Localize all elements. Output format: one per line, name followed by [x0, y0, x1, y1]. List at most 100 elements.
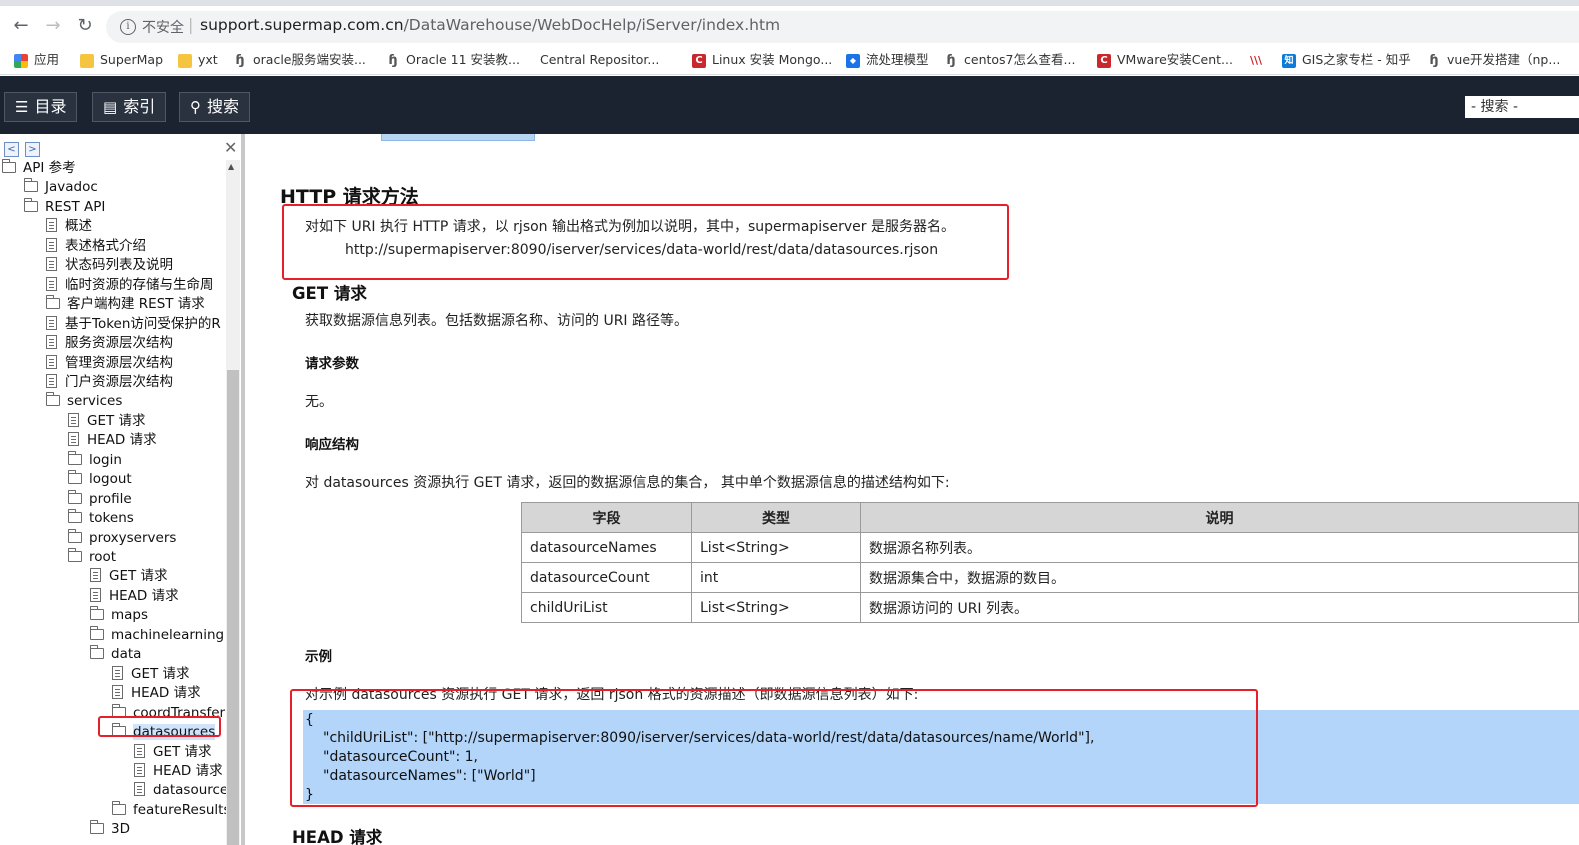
- tree-node[interactable]: Javadoc: [24, 178, 98, 197]
- tree-node-label: 门户资源层次结构: [65, 373, 173, 390]
- help-search-input[interactable]: [1465, 96, 1579, 118]
- tree-node[interactable]: tokens: [68, 509, 134, 528]
- document-icon: [134, 782, 145, 797]
- toc-sidebar: < > ✕ API 参考 Javadoc REST API 概述 表述格式介绍 状态码列表及…: [0, 134, 245, 845]
- bookmark-item[interactable]: ɧ centos7怎么查看...: [944, 50, 1075, 70]
- tree-node[interactable]: GET 请求: [112, 665, 190, 684]
- tree-scrollbar[interactable]: ▲: [226, 160, 240, 845]
- bookmark-label: oracle服务端安装...: [253, 52, 366, 67]
- tree-node[interactable]: HEAD 请求: [134, 762, 223, 781]
- bookmark-item[interactable]: ◆ 流处理模型: [846, 50, 929, 70]
- tree-tools: < >: [4, 140, 46, 157]
- bookmark-item[interactable]: C Linux 安装 Mongo...: [692, 50, 832, 70]
- tree-node[interactable]: GET 请求: [68, 412, 146, 431]
- tree-node-label: data: [111, 646, 142, 663]
- tree-node-label: 状态码列表及说明: [65, 257, 173, 274]
- cell-type: List<String>: [691, 592, 861, 623]
- tree-node-label: logout: [89, 471, 132, 488]
- tree-node[interactable]: HEAD 请求: [90, 587, 179, 606]
- cell-type: List<String>: [691, 532, 861, 563]
- bookmark-item[interactable]: ɧ Oracle 11 安装教...: [386, 50, 520, 70]
- folder-icon: [90, 820, 104, 835]
- tree-node[interactable]: login: [68, 450, 122, 470]
- bookmark-label: SuperMap: [100, 52, 164, 67]
- document-icon: [112, 685, 123, 700]
- scroll-up-icon[interactable]: ▲: [228, 162, 234, 171]
- stripes-icon: \\\: [1249, 53, 1263, 67]
- folder-icon: [68, 548, 82, 562]
- index-button[interactable]: ▤ 索引: [92, 92, 167, 122]
- tree-node[interactable]: 管理资源层次结构: [46, 354, 173, 373]
- jenkins-icon: ɧ: [388, 52, 398, 68]
- document-icon: [134, 743, 145, 758]
- tree-node[interactable]: featureResults: [112, 800, 231, 820]
- bookmarks-bar: 应用 SuperMap yxt ɧ oracle服务端安装... ɧ Oracle 11 安…: [0, 44, 1579, 75]
- zhihu-icon: 知: [1282, 53, 1296, 68]
- tree-node[interactable]: 临时资源的存储与生命周: [46, 276, 214, 295]
- response-desc: 对 datasources 资源执行 GET 请求，返回的数据源信息的集合， 其…: [305, 475, 950, 491]
- tree-node[interactable]: 客户端构建 REST 请求: [46, 295, 205, 314]
- bookmark-label: 应用: [34, 52, 60, 67]
- tree-node[interactable]: GET 请求: [134, 743, 212, 762]
- prev-topic-icon[interactable]: <: [4, 142, 19, 157]
- bookmark-item[interactable]: 知 GIS之家专栏 - 知乎: [1282, 50, 1411, 70]
- tree-node[interactable]: 表述格式介绍: [46, 237, 146, 256]
- reload-icon[interactable]: ↻: [74, 15, 96, 37]
- tree-node[interactable]: 状态码列表及说明: [46, 256, 173, 275]
- bookmark-item[interactable]: Central Repositor...: [540, 50, 659, 70]
- col-header-desc: 说明: [860, 502, 1579, 533]
- bookmark-item[interactable]: SuperMap: [80, 50, 163, 70]
- close-icon[interactable]: ✕: [224, 138, 237, 157]
- document-icon: [46, 218, 57, 233]
- tree-node[interactable]: REST API: [24, 197, 105, 217]
- info-icon[interactable]: i: [120, 19, 136, 35]
- tree-node[interactable]: API 参考: [2, 159, 76, 178]
- tree-node[interactable]: datasource: [134, 781, 228, 800]
- search-button[interactable]: ⚲ 搜索: [179, 92, 251, 122]
- bookmark-item[interactable]: ɧ vue开发搭建（np...: [1427, 50, 1560, 70]
- apps-grid-icon: [14, 53, 28, 68]
- tree-node[interactable]: 概述: [46, 217, 92, 236]
- toc-button[interactable]: ☰ 目录: [4, 92, 78, 122]
- back-arrow-icon[interactable]: ←: [10, 15, 32, 37]
- tree-node[interactable]: proxyservers: [68, 528, 176, 548]
- url-text[interactable]: support.supermap.com.cn/DataWarehouse/We…: [200, 16, 780, 34]
- folder-icon: [80, 53, 94, 68]
- selection-highlight-box: [98, 716, 221, 737]
- bookmark-item[interactable]: ɧ oracle服务端安装...: [233, 50, 366, 70]
- tree-node[interactable]: 门户资源层次结构: [46, 373, 173, 392]
- doc-content: HTTP 请求方法 对如下 URI 执行 HTTP 请求，以 rjson 输出格…: [249, 134, 1579, 845]
- address-bar[interactable]: i 不安全 | support.supermap.com.cn/DataWare…: [106, 11, 1579, 43]
- tree-node-label: HEAD 请求: [109, 587, 179, 604]
- tree-node[interactable]: machinelearning: [90, 625, 224, 645]
- tree-node-label: 概述: [65, 218, 92, 235]
- tree-node[interactable]: logout: [68, 470, 132, 489]
- tree-node-label: services: [67, 393, 123, 410]
- tree-node[interactable]: maps: [90, 606, 148, 625]
- folder-icon: [24, 197, 38, 212]
- tree-node-label: 临时资源的存储与生命周: [65, 276, 214, 293]
- tree-node[interactable]: data: [90, 645, 141, 664]
- scrollbar-thumb[interactable]: [227, 370, 239, 845]
- document-icon: [90, 587, 101, 602]
- response-table: 字段 类型 说明 datasourceNames List<String> 数据…: [521, 502, 1579, 623]
- tree-node[interactable]: HEAD 请求: [112, 684, 201, 703]
- tree-node[interactable]: root: [68, 548, 116, 567]
- tree-node[interactable]: 基于Token访问受保护的R: [46, 315, 221, 334]
- document-icon: [112, 665, 123, 680]
- document-icon: [68, 412, 79, 427]
- forward-arrow-icon[interactable]: →: [42, 15, 64, 37]
- folder-icon: [46, 295, 60, 310]
- tree-node[interactable]: 服务资源层次结构: [46, 334, 173, 353]
- next-topic-icon[interactable]: >: [25, 142, 40, 157]
- bookmark-item[interactable]: C VMware安装Cent...: [1097, 50, 1233, 70]
- tree-node[interactable]: 3D: [90, 820, 130, 839]
- tree-node[interactable]: GET 请求: [90, 567, 168, 586]
- tree-node[interactable]: services: [46, 392, 122, 411]
- bookmark-item[interactable]: yxt: [178, 50, 218, 70]
- bookmark-item[interactable]: 应用: [14, 50, 59, 70]
- csdn-icon: C: [1097, 53, 1111, 68]
- bookmark-item[interactable]: \\\: [1249, 50, 1269, 70]
- tree-node[interactable]: profile: [68, 489, 132, 509]
- tree-node[interactable]: HEAD 请求: [68, 431, 157, 450]
